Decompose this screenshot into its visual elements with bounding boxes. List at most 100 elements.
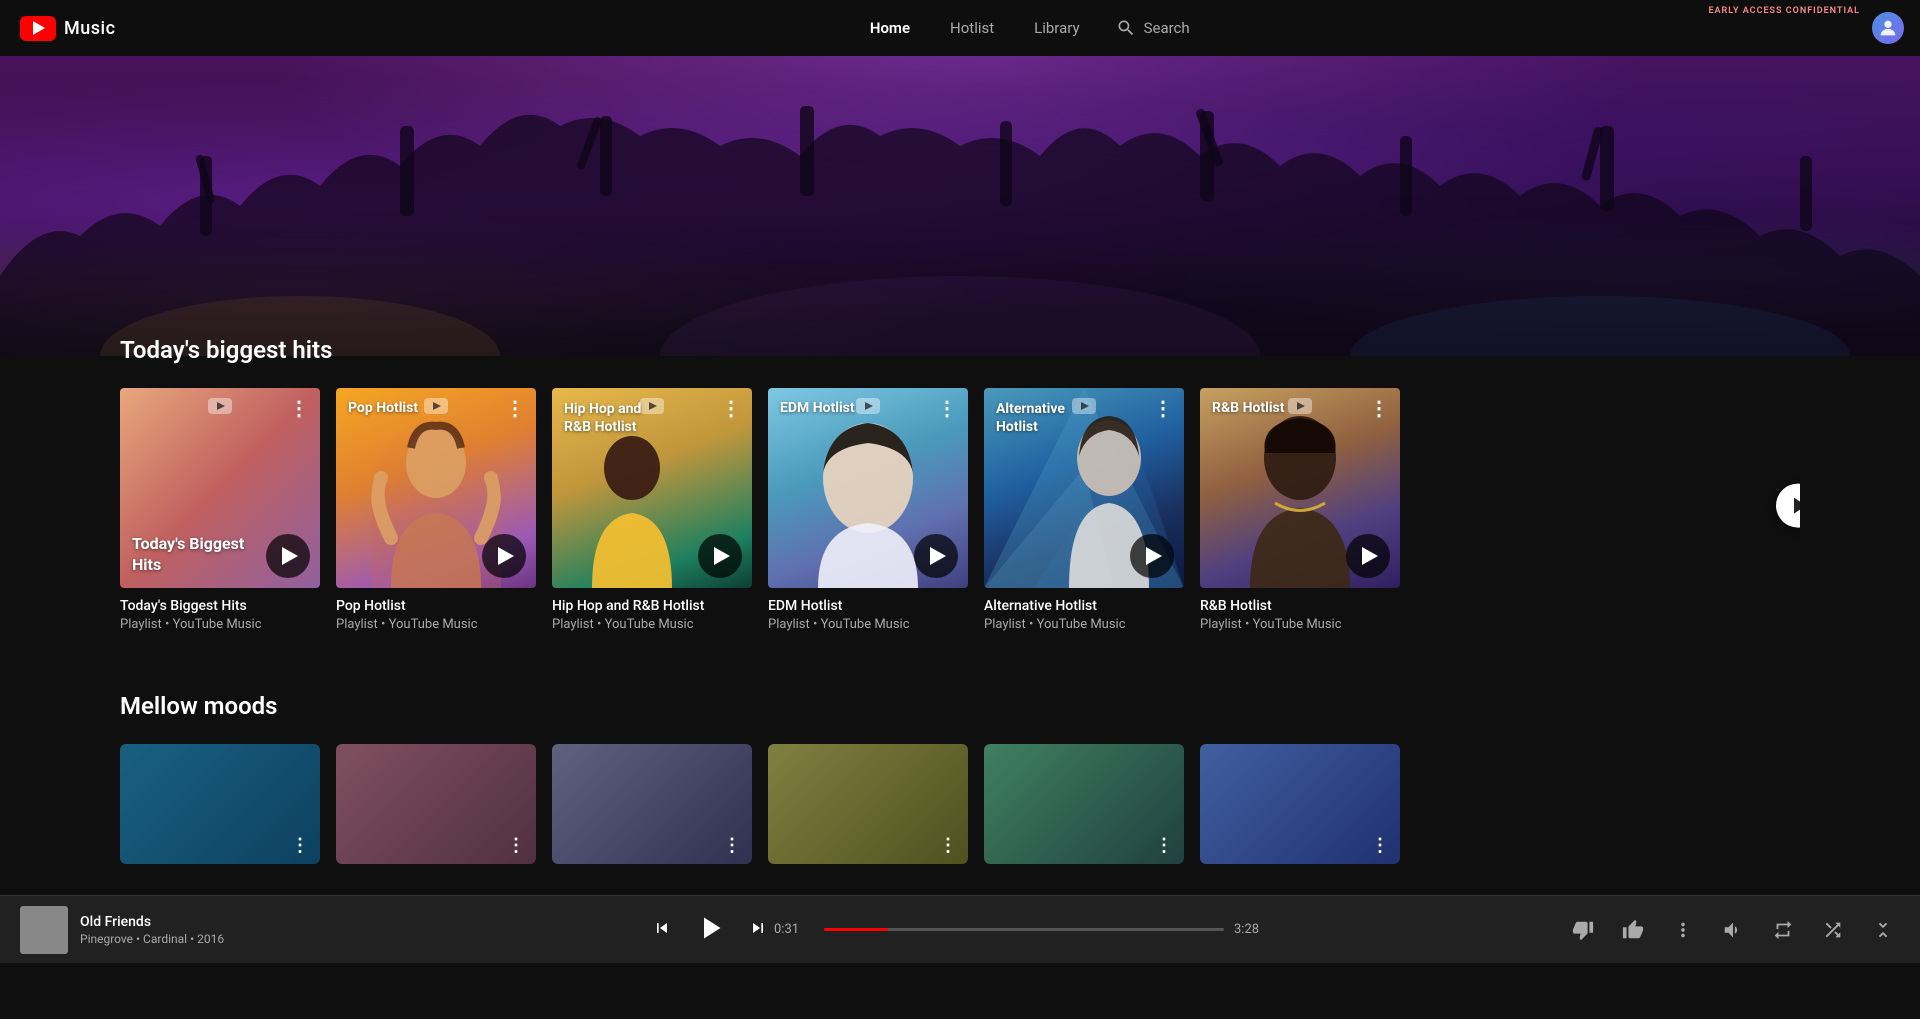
mellow-card-2[interactable]: ⋮ [552, 744, 752, 864]
mellow-card-1[interactable]: ⋮ [336, 744, 536, 864]
player-song-title: Old Friends [80, 914, 260, 930]
nav-library[interactable]: Library [1014, 11, 1099, 45]
card-play-0[interactable] [266, 534, 310, 578]
volume-button[interactable] [1716, 913, 1750, 947]
skip-forward-button[interactable] [742, 912, 774, 944]
carousel-next-button[interactable] [1776, 484, 1800, 528]
nav-search[interactable]: Search [1100, 10, 1206, 46]
card-thumb-5: R&B Hotlist ⋮ [1200, 388, 1400, 588]
pop-person [371, 418, 501, 588]
logo[interactable]: Music [20, 16, 116, 41]
nav-hotlist[interactable]: Hotlist [930, 11, 1014, 45]
shuffle-button[interactable] [1816, 913, 1850, 947]
early-access-label: EARLY ACCESS CONFIDENTIAL [1708, 6, 1860, 16]
alt-label: AlternativeHotlist [996, 400, 1065, 436]
main-content: Today's biggest hits Today's BiggestHits… [0, 336, 1920, 964]
card-title-2: Hip Hop and R&B Hotlist [552, 598, 752, 614]
card-menu-4[interactable]: ⋮ [1153, 398, 1174, 418]
mellow-card-menu-3[interactable]: ⋮ [939, 835, 958, 856]
mellow-card-5[interactable]: ⋮ [1200, 744, 1400, 864]
card-hiphop-hotlist[interactable]: Hip Hop andR&B Hotlist ⋮ Hip Hop and R&B… [552, 388, 752, 632]
card-subtitle-1: Playlist • YouTube Music [336, 617, 536, 632]
search-icon [1116, 18, 1136, 38]
player-thumbnail [20, 906, 68, 954]
repeat-button[interactable] [1766, 913, 1800, 947]
card-menu-2[interactable]: ⋮ [721, 398, 742, 418]
mellow-card-menu-2[interactable]: ⋮ [723, 835, 742, 856]
card-edm-hotlist[interactable]: EDM Hotlist ⋮ EDM Hotlist Playlist • You… [768, 388, 968, 632]
player-song-info: Old Friends Pinegrove • Cardinal • 2016 [20, 906, 300, 954]
crowd-svg [0, 96, 1920, 356]
chevron-right-icon [1794, 498, 1800, 514]
card-subtitle-0: Playlist • YouTube Music [120, 617, 320, 632]
mellow-card-menu-0[interactable]: ⋮ [291, 835, 310, 856]
mellow-moods-title: Mellow moods [120, 692, 1800, 720]
card-play-1[interactable] [482, 534, 526, 578]
card-todays-biggest-hits[interactable]: Today's BiggestHits ⋮ Today's Biggest Hi… [120, 388, 320, 632]
card-alternative-hotlist[interactable]: AlternativeHotlist ⋮ Alternative Hotlist… [984, 388, 1184, 632]
mellow-card-3[interactable]: ⋮ [768, 744, 968, 864]
card-rnb-hotlist[interactable]: R&B Hotlist ⋮ R&B Hotlist Playlist • You… [1200, 388, 1400, 632]
youtube-icon [20, 16, 56, 41]
card-subtitle-4: Playlist • YouTube Music [984, 617, 1184, 632]
search-label: Search [1144, 19, 1190, 37]
card-play-4[interactable] [1130, 534, 1174, 578]
mellow-card-menu-5[interactable]: ⋮ [1371, 835, 1390, 856]
navbar: Music Home Hotlist Library Search EARLY … [0, 0, 1920, 56]
edm-label: EDM Hotlist [780, 400, 855, 416]
card-thumb-0: Today's BiggestHits ⋮ [120, 388, 320, 588]
card-menu-3[interactable]: ⋮ [937, 398, 958, 418]
player-bar: Old Friends Pinegrove • Cardinal • 2016 [0, 895, 1920, 963]
player-progress-bar[interactable] [824, 928, 1224, 931]
player-right-controls [1566, 913, 1900, 947]
mellow-card-0[interactable]: ⋮ [120, 744, 320, 864]
hero-banner [0, 56, 1920, 356]
card-subtitle-3: Playlist • YouTube Music [768, 617, 968, 632]
player-artist: Pinegrove [80, 932, 133, 946]
card-subtitle-5: Playlist • YouTube Music [1200, 617, 1400, 632]
card-menu-1[interactable]: ⋮ [505, 398, 526, 418]
card-title-4: Alternative Hotlist [984, 598, 1184, 614]
mellow-card-4[interactable]: ⋮ [984, 744, 1184, 864]
user-avatar[interactable] [1872, 12, 1904, 44]
card-play-2[interactable] [698, 534, 742, 578]
pop-label: Pop Hotlist [348, 400, 418, 416]
thumb-up-button[interactable] [1616, 913, 1650, 947]
thumb-down-button[interactable] [1566, 913, 1600, 947]
player-info: Old Friends Pinegrove • Cardinal • 2016 [80, 914, 260, 946]
card-title-1: Pop Hotlist [336, 598, 536, 614]
crowd-silhouette [0, 96, 1920, 356]
player-more-button[interactable] [1666, 913, 1700, 947]
card-yt-icon-4 [1072, 398, 1096, 418]
card-title-0: Today's Biggest Hits [120, 598, 320, 614]
play-pause-button[interactable] [690, 908, 730, 948]
mellow-card-menu-1[interactable]: ⋮ [507, 835, 526, 856]
card-title-3: EDM Hotlist [768, 598, 968, 614]
player-progress-row: 0:31 3:28 [774, 922, 1274, 937]
card-menu-0[interactable]: ⋮ [289, 398, 310, 418]
card-thumb-1: Pop Hotlist ⋮ [336, 388, 536, 588]
skip-back-button[interactable] [646, 912, 678, 944]
card-pop-hotlist[interactable]: Pop Hotlist ⋮ Pop Hotlist Playlist • You… [336, 388, 536, 632]
player-progress-fill [824, 928, 888, 931]
nav-home[interactable]: Home [850, 11, 930, 45]
yt-play-triangle [33, 21, 45, 35]
player-controls-center: 0:31 3:28 [646, 908, 1274, 952]
mellow-moods-section: Mellow moods ⋮ ⋮ ⋮ ⋮ ⋮ ⋮ [0, 672, 1920, 884]
player-playback-controls [646, 908, 774, 948]
card-menu-5[interactable]: ⋮ [1369, 398, 1390, 418]
card-thumb-label-0: Today's BiggestHits [132, 534, 244, 576]
mellow-card-menu-4[interactable]: ⋮ [1155, 835, 1174, 856]
expand-button[interactable] [1866, 913, 1900, 947]
biggest-hits-section: Today's biggest hits Today's BiggestHits… [0, 336, 1920, 672]
hiphop-label: Hip Hop andR&B Hotlist [564, 400, 641, 436]
biggest-hits-title: Today's biggest hits [120, 336, 1800, 364]
mellow-cards-row: ⋮ ⋮ ⋮ ⋮ ⋮ ⋮ [120, 744, 1800, 864]
player-year: 2016 [197, 932, 224, 946]
biggest-hits-cards: Today's BiggestHits ⋮ Today's Biggest Hi… [120, 388, 1800, 632]
card-play-5[interactable] [1346, 534, 1390, 578]
card-play-3[interactable] [914, 534, 958, 578]
player-artist-info: Pinegrove • Cardinal • 2016 [80, 932, 260, 946]
card-title-5: R&B Hotlist [1200, 598, 1400, 614]
player-time-current: 0:31 [774, 922, 814, 937]
